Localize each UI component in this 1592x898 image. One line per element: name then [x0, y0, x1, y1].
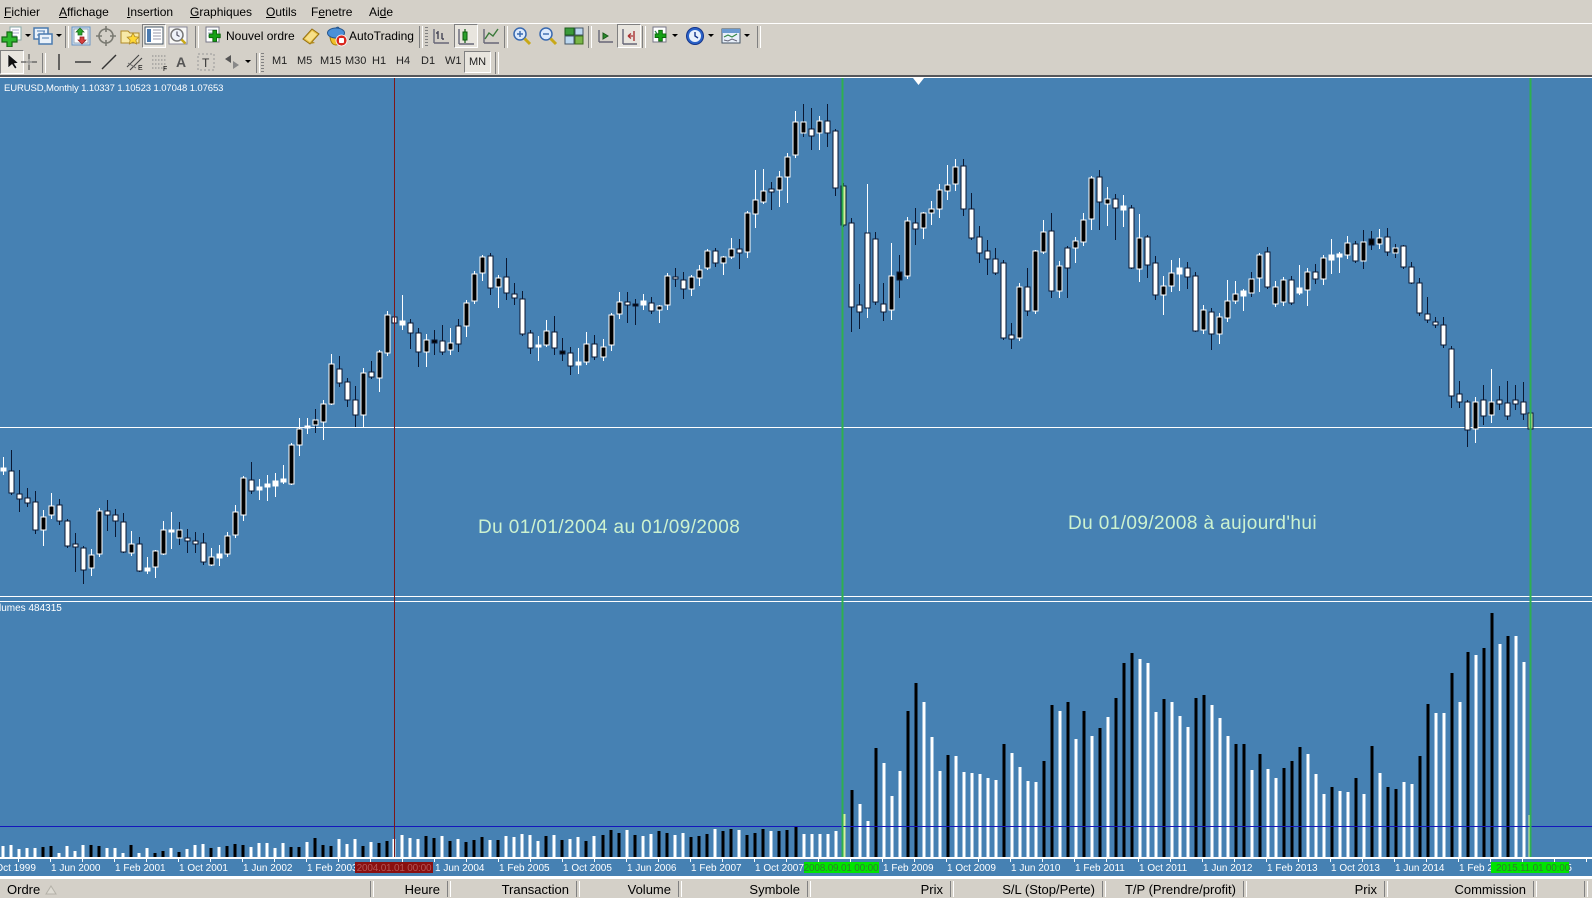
svg-text:1 Feb 2001: 1 Feb 2001	[115, 863, 166, 874]
svg-text:2015.11.01 00:00: 2015.11.01 00:00	[1496, 863, 1571, 874]
svg-text:Du 01/01/2004 au 01/09/2008: Du 01/01/2004 au 01/09/2008	[478, 517, 740, 538]
svg-text:1 Jun 2012: 1 Jun 2012	[1203, 863, 1253, 874]
svg-text:1 Feb 2003: 1 Feb 2003	[307, 863, 358, 874]
svg-text:1 Jun 2000: 1 Jun 2000	[51, 863, 101, 874]
svg-text:2008.09.01 00:00: 2008.09.01 00:00	[804, 863, 879, 874]
svg-text:1 Oct 2005: 1 Oct 2005	[563, 863, 612, 874]
svg-text:1 Feb 2013: 1 Feb 2013	[1267, 863, 1318, 874]
svg-text:1 Jun 2010: 1 Jun 2010	[1011, 863, 1061, 874]
svg-text:1 Oct 1999: 1 Oct 1999	[0, 863, 36, 874]
svg-text:1 Oct 2001: 1 Oct 2001	[179, 863, 228, 874]
svg-text:1 Jun 2004: 1 Jun 2004	[435, 863, 485, 874]
svg-text:1 Jun 2014: 1 Jun 2014	[1395, 863, 1445, 874]
svg-text:1 Feb 2011: 1 Feb 2011	[1075, 863, 1125, 874]
svg-text:1 Oct 2011: 1 Oct 2011	[1139, 863, 1188, 874]
svg-text:1 Jun 2002: 1 Jun 2002	[243, 863, 293, 874]
svg-text:1 Oct 2007: 1 Oct 2007	[755, 863, 804, 874]
svg-text:EURUSD,Monthly 1.10337 1.1052: EURUSD,Monthly 1.10337 1.10523 1.07048 1…	[4, 83, 223, 94]
svg-text:Du 01/09/2008 à aujourd'hui: Du 01/09/2008 à aujourd'hui	[1068, 513, 1317, 534]
svg-text:1 Oct 2013: 1 Oct 2013	[1331, 863, 1380, 874]
svg-text:1 Jun 2006: 1 Jun 2006	[627, 863, 677, 874]
svg-text:1 Feb 2009: 1 Feb 2009	[883, 863, 934, 874]
svg-text:lumes 484315: lumes 484315	[0, 603, 62, 614]
svg-text:2004.01.01 00:00: 2004.01.01 00:00	[357, 863, 432, 874]
svg-text:1 Feb 2007: 1 Feb 2007	[691, 863, 742, 874]
svg-text:1 Feb 2005: 1 Feb 2005	[499, 863, 550, 874]
svg-text:1 Oct 2009: 1 Oct 2009	[947, 863, 996, 874]
